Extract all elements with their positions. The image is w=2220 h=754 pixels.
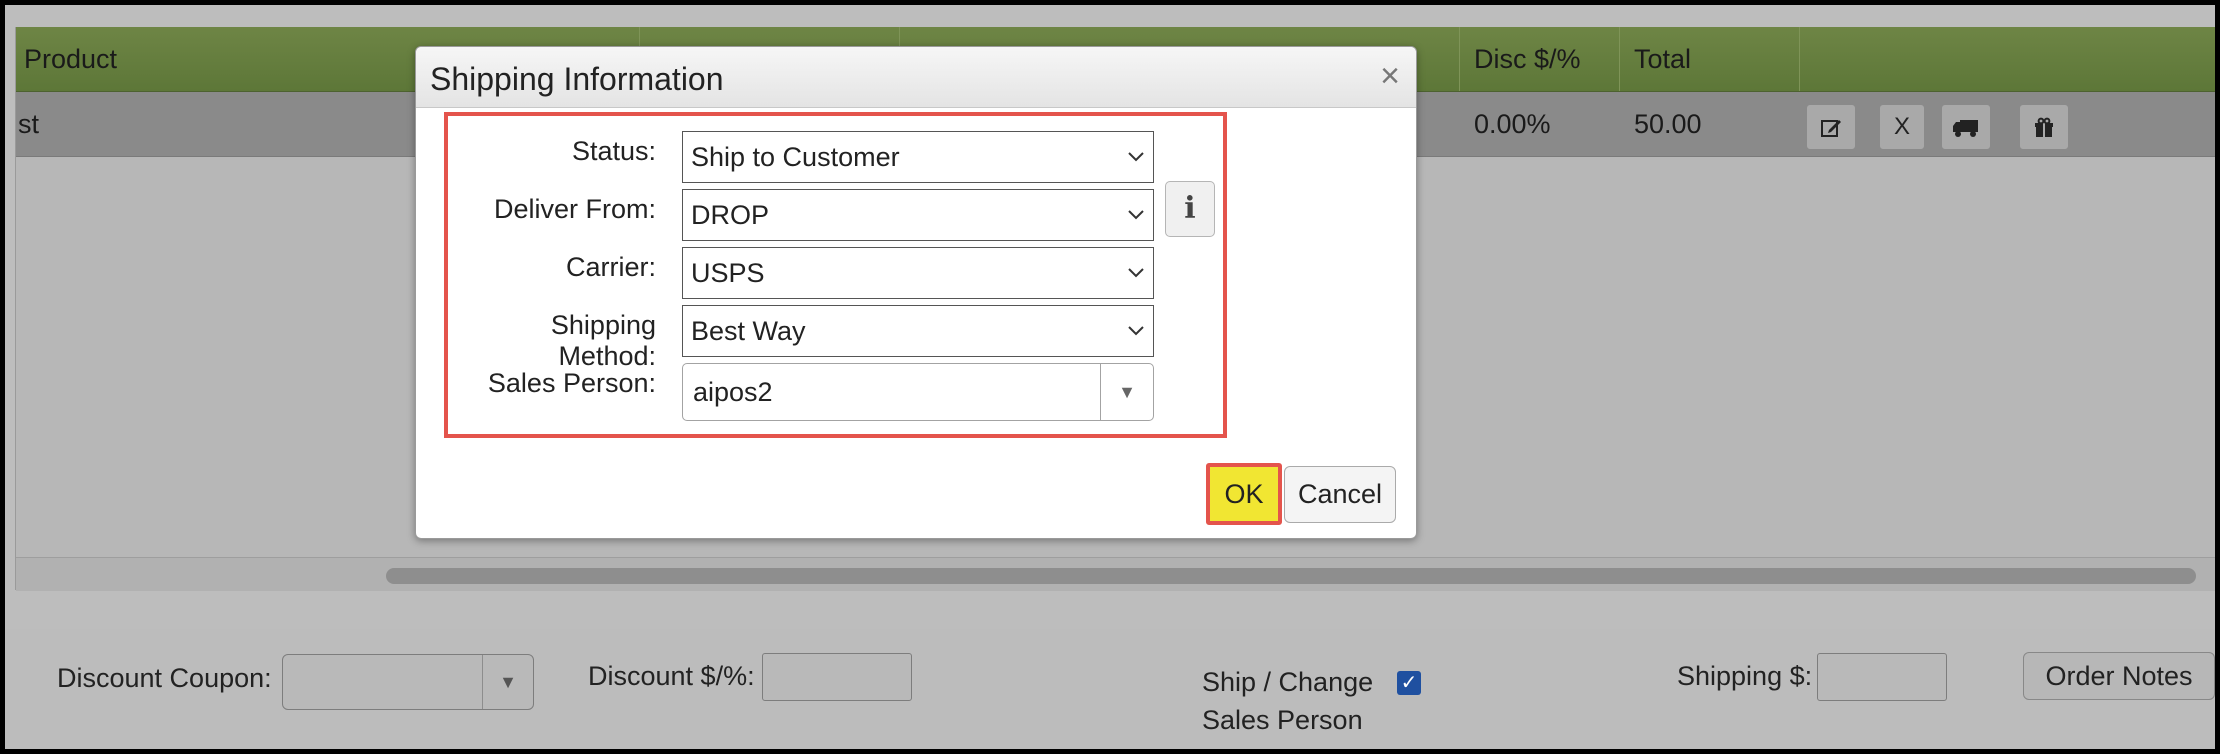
dialog-title-bar: Shipping Information ×	[416, 47, 1416, 108]
status-label: Status:	[571, 136, 656, 166]
chevron-down-icon[interactable]: ▼	[1100, 364, 1153, 420]
deliver-from-info-button[interactable]: i	[1165, 181, 1215, 237]
shipping-method-label: Shipping Method:	[550, 310, 656, 371]
scrollbar-thumb[interactable]	[386, 568, 2196, 584]
cell-disc: 0.00%	[1474, 109, 1551, 139]
chevron-down-icon	[1128, 152, 1144, 162]
delete-icon: X	[1893, 113, 1910, 140]
deliver-from-label: Deliver From:	[493, 194, 656, 224]
discount-input[interactable]	[762, 653, 912, 701]
ok-button[interactable]: OK	[1206, 463, 1282, 525]
shipping-method-select[interactable]: Best Way	[682, 305, 1154, 357]
chevron-down-icon	[1128, 268, 1144, 278]
shipping-form: Status: Ship to Customer Deliver From: D…	[444, 112, 1227, 438]
shipping-information-dialog: Shipping Information × Status: Ship to C…	[415, 46, 1417, 539]
cancel-button[interactable]: Cancel	[1284, 466, 1396, 523]
chevron-down-icon	[1128, 210, 1144, 220]
ship-button[interactable]	[1941, 104, 1991, 150]
shipping-input[interactable]	[1817, 653, 1947, 701]
carrier-label: Carrier:	[565, 252, 656, 282]
info-icon: i	[1184, 191, 1196, 226]
sales-person-value: aipos2	[693, 377, 773, 407]
sales-person-combobox[interactable]: aipos2 ▼	[682, 363, 1154, 421]
column-header-disc[interactable]: Disc $/%	[1459, 27, 1614, 91]
delete-button[interactable]: X	[1879, 104, 1925, 150]
ship-change-label-line2: Sales Person	[1202, 705, 1363, 735]
sales-person-label: Sales Person:	[487, 368, 656, 398]
order-notes-button[interactable]: Order Notes	[2023, 652, 2215, 700]
cell-product: st	[18, 109, 40, 139]
chevron-down-icon	[1128, 326, 1144, 336]
order-footer: Discount Coupon: ▼ Discount $/%: Ship / …	[5, 629, 2215, 749]
deliver-from-value: DROP	[691, 200, 770, 230]
column-header-actions	[1799, 27, 2214, 91]
shipping-label: Shipping $:	[1677, 661, 1813, 691]
close-icon[interactable]: ×	[1380, 57, 1400, 96]
horizontal-scrollbar[interactable]	[16, 557, 2215, 591]
discount-coupon-select[interactable]: ▼	[282, 654, 534, 710]
deliver-from-select[interactable]: DROP	[682, 189, 1154, 241]
carrier-value: USPS	[691, 258, 765, 288]
ship-change-label: Ship / Change Sales Person	[1202, 663, 1373, 739]
status-value: Ship to Customer	[691, 142, 900, 172]
carrier-select[interactable]: USPS	[682, 247, 1154, 299]
ship-change-label-line1: Ship / Change	[1202, 667, 1374, 697]
truck-icon	[1953, 119, 1978, 137]
gift-button[interactable]	[2019, 104, 2069, 150]
app-background: Product Disc $/% Total st 0.00% 50.00 X	[5, 5, 2215, 749]
chevron-down-icon: ▼	[482, 655, 533, 709]
checkmark-icon: ✓	[1400, 672, 1418, 694]
discount-label: Discount $/%:	[588, 661, 755, 691]
ship-change-checkbox[interactable]: ✓	[1397, 671, 1421, 695]
column-header-total[interactable]: Total	[1619, 27, 1794, 91]
gift-icon	[2035, 117, 2053, 137]
edit-button[interactable]	[1806, 104, 1856, 150]
edit-icon	[1821, 119, 1841, 137]
status-select[interactable]: Ship to Customer	[682, 131, 1154, 183]
dialog-title: Shipping Information	[430, 61, 724, 97]
shipping-method-value: Best Way	[691, 316, 806, 346]
cell-total: 50.00	[1634, 109, 1702, 139]
discount-coupon-label: Discount Coupon:	[57, 663, 272, 693]
